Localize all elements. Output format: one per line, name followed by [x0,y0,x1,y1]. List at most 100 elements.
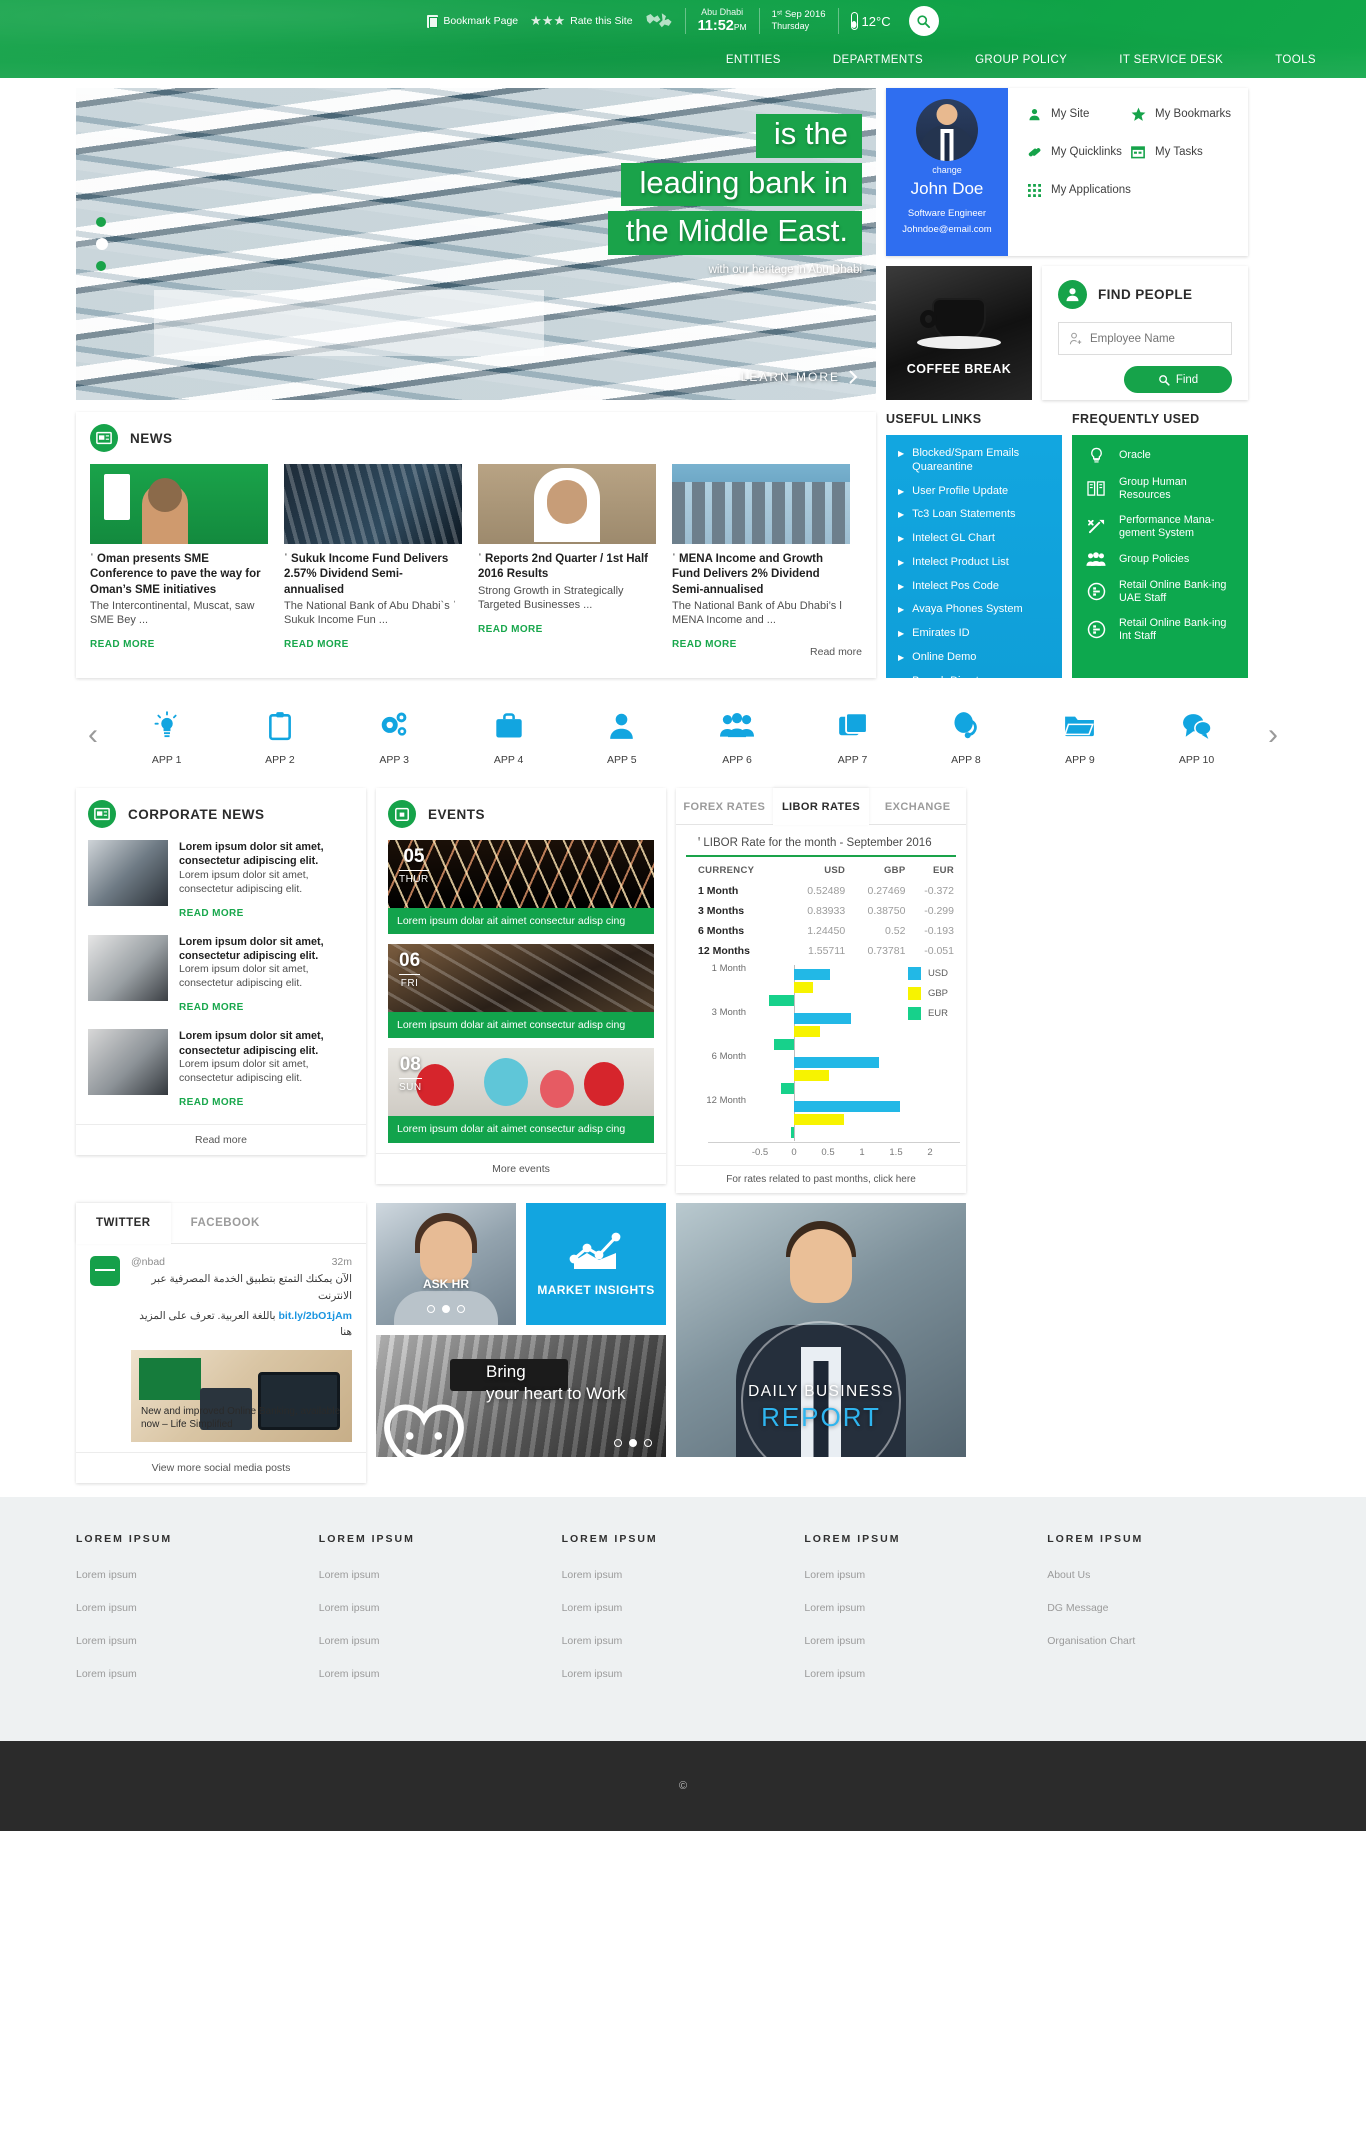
coffee-break-tile[interactable]: COFFEE BREAK [886,266,1032,400]
app-tile-4[interactable]: APP 4 [494,705,524,766]
event-item[interactable]: 06 FRI Lorem ipsum dolar ait aimet conse… [388,944,654,1039]
tweet-handle[interactable]: @nbad [131,1256,165,1268]
footer-link[interactable]: Lorem ipsum [319,1569,562,1581]
footer-link[interactable]: Lorem ipsum [319,1635,562,1647]
footer-link[interactable]: Lorem ipsum [76,1668,319,1680]
tweet-image-card[interactable]: New and improved Online Banking, availab… [131,1350,352,1443]
hero-dot-1[interactable] [96,217,106,227]
nav-item-departments[interactable]: DEPARTMENTS [807,48,949,72]
hero-learn-more-button[interactable]: LEARN MORE [741,370,858,384]
useful-link-item[interactable]: ▶ Intelect Pos Code [898,580,1052,594]
app-tile-9[interactable]: APP 9 [1064,705,1095,766]
frequently-used-item[interactable]: Retail Online Bank-ing Int Staff [1084,617,1238,643]
hero-banner[interactable]: is the leading bank in the Middle East. … [76,88,876,400]
news-item[interactable]: ˈ Oman presents SME Conference to pave t… [90,464,268,652]
tab-libor-rates[interactable]: LIBOR RATES [772,788,870,825]
app-tile-7[interactable]: APP 7 [838,705,868,766]
footer-link-about-us[interactable]: About Us [1047,1569,1290,1581]
useful-link-item[interactable]: ▶ Intelect GL Chart [898,532,1052,546]
nav-item-entities[interactable]: ENTITIES [700,48,807,72]
useful-link-item[interactable]: ▶ Branch Directory [898,675,1052,689]
nav-item-group-policy[interactable]: GROUP POLICY [949,48,1093,72]
tab-forex-rates[interactable]: FOREX RATES [676,788,773,824]
useful-link-item[interactable]: ▶ Tc3 Loan Statements [898,508,1052,522]
quicklink-my-applications[interactable]: My Applications [1026,182,1234,198]
footer-link[interactable]: Lorem ipsum [562,1635,805,1647]
quicklink-my-site[interactable]: My Site [1026,106,1130,122]
find-button[interactable]: Find [1124,366,1232,393]
change-avatar-link[interactable]: change [886,165,1008,175]
footer-link[interactable]: Lorem ipsum [76,1569,319,1581]
footer-link[interactable]: Lorem ipsum [319,1602,562,1614]
bring-dot-1[interactable] [614,1439,622,1447]
apps-next-button[interactable]: › [1256,718,1290,752]
hero-dot-2[interactable] [96,238,108,250]
ask-hr-dot-2[interactable] [442,1305,450,1313]
social-footer-link[interactable]: View more social media posts [76,1452,366,1483]
corporate-news-item[interactable]: Lorem ipsum dolor sit amet, consectetur … [88,1029,354,1110]
frequently-used-item[interactable]: Retail Online Bank-ing UAE Staff [1084,579,1238,605]
nav-item-it-service-desk[interactable]: IT SERVICE DESK [1093,48,1249,72]
app-tile-1[interactable]: APP 1 [152,705,182,766]
tab-facebook[interactable]: FACEBOOK [171,1203,280,1243]
ask-hr-tile[interactable]: ASK HR [376,1203,516,1325]
find-people-input-wrap[interactable] [1058,322,1232,355]
bring-dot-2[interactable] [629,1439,637,1447]
event-item[interactable]: 08 SUN Lorem ipsum dolar ait aimet conse… [388,1048,654,1143]
tab-exchange[interactable]: EXCHANGE [869,788,966,824]
news-read-more-link[interactable]: READ MORE [90,639,155,650]
app-tile-2[interactable]: APP 2 [265,705,295,766]
news-item[interactable]: ˈ Reports 2nd Quarter / 1st Half 2016 Re… [478,464,656,652]
frequently-used-item[interactable]: Group Policies [1084,552,1238,567]
events-footer-link[interactable]: More events [376,1152,666,1184]
corporate-news-footer-link[interactable]: Read more [76,1123,366,1155]
news-item[interactable]: ˈ MENA Income and Growth Fund Delivers 2… [672,464,850,652]
nav-item-tools[interactable]: TOOLS [1249,48,1342,72]
footer-link-organisation-chart[interactable]: Organisation Chart [1047,1635,1290,1647]
app-tile-8[interactable]: APP 8 [951,705,981,766]
corporate-news-read-more[interactable]: READ MORE [179,1097,244,1108]
event-item[interactable]: 05 THUR Lorem ipsum dolar ait aimet cons… [388,840,654,935]
rates-footer-link[interactable]: For rates related to past months, click … [676,1165,966,1193]
news-read-more-link[interactable]: READ MORE [478,624,543,635]
news-read-more-link[interactable]: READ MORE [672,639,737,650]
tab-twitter[interactable]: TWITTER [76,1203,171,1244]
footer-link[interactable]: Lorem ipsum [804,1635,1047,1647]
bring-dot-3[interactable] [644,1439,652,1447]
footer-link-dg-message[interactable]: DG Message [1047,1602,1290,1614]
footer-link[interactable]: Lorem ipsum [76,1602,319,1614]
news-item[interactable]: ˈ Sukuk Income Fund Delivers 2.57% Divid… [284,464,462,652]
frequently-used-item[interactable]: Group Human Resources [1084,476,1238,502]
search-button[interactable] [908,6,939,36]
avatar[interactable] [916,99,978,161]
app-tile-5[interactable]: APP 5 [607,705,637,766]
corporate-news-read-more[interactable]: READ MORE [179,908,244,919]
footer-link[interactable]: Lorem ipsum [562,1668,805,1680]
frequently-used-item[interactable]: Oracle [1084,447,1238,464]
footer-link[interactable]: Lorem ipsum [319,1668,562,1680]
useful-link-item[interactable]: ▶ Blocked/Spam Emails Quareantine [898,447,1052,475]
useful-link-item[interactable]: ▶ User Profile Update [898,485,1052,499]
hero-dot-3[interactable] [96,261,106,271]
ask-hr-dot-3[interactable] [457,1305,465,1313]
footer-link[interactable]: Lorem ipsum [804,1668,1047,1680]
useful-link-item[interactable]: ▶ Intelect Product List [898,556,1052,570]
quicklink-my-tasks[interactable]: My Tasks [1130,144,1234,160]
rate-site-button[interactable]: ★★★ Rate this Site [530,13,632,29]
apps-prev-button[interactable]: ‹ [76,718,110,752]
corporate-news-read-more[interactable]: READ MORE [179,1002,244,1013]
employee-name-input[interactable] [1089,332,1221,345]
useful-link-item[interactable]: ▶ Emirates ID [898,627,1052,641]
footer-link[interactable]: Lorem ipsum [562,1602,805,1614]
news-read-more-link[interactable]: READ MORE [284,639,349,650]
corporate-news-item[interactable]: Lorem ipsum dolor sit amet, consectetur … [88,934,354,1016]
quicklink-my-bookmarks[interactable]: My Bookmarks [1130,106,1234,122]
footer-link[interactable]: Lorem ipsum [804,1569,1047,1581]
footer-link[interactable]: Lorem ipsum [804,1602,1047,1614]
ask-hr-dot-1[interactable] [427,1305,435,1313]
market-insights-tile[interactable]: MARKET INSIGHTS [526,1203,666,1325]
app-tile-3[interactable]: APP 3 [378,705,410,766]
daily-business-report-tile[interactable]: DAILY BUSINESS REPORT [676,1203,966,1457]
tweet-link[interactable]: bit.ly/2bO1jAm [278,1310,352,1322]
app-tile-6[interactable]: APP 6 [720,705,755,766]
